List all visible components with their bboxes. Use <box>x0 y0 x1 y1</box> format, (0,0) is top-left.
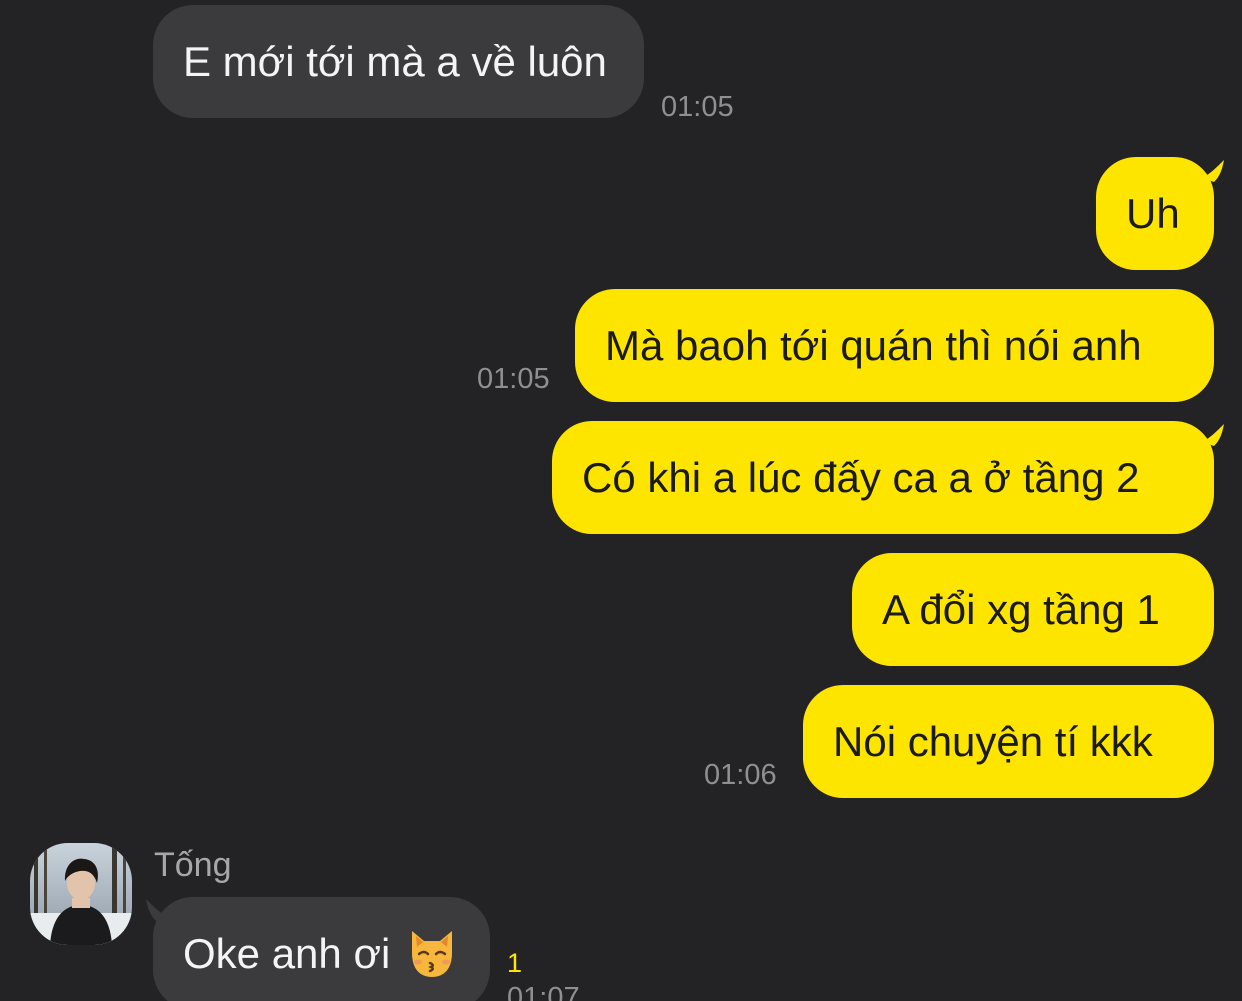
outgoing-message-bubble[interactable]: Uh <box>1096 157 1214 270</box>
incoming-message-bubble[interactable]: E mới tới mà a về luôn <box>153 5 644 118</box>
message-timestamp: 01:05 <box>477 363 550 395</box>
incoming-message-bubble[interactable]: Oke anh ơi <box>153 897 490 1001</box>
message-timestamp: 01:07 <box>507 982 580 1001</box>
unread-count: 1 <box>507 948 523 978</box>
kissing-cat-emoji <box>412 930 453 977</box>
message-text: Mà baoh tới quán thì nói anh <box>605 322 1142 369</box>
bubble-tail <box>1202 424 1224 446</box>
avatar-photo <box>30 843 132 945</box>
outgoing-message-bubble[interactable]: A đổi xg tầng 1 <box>852 553 1214 666</box>
chat-conversation[interactable]: E mới tới mà a về luôn 01:05 Uh 01:05 Mà… <box>0 0 1242 1001</box>
outgoing-message-bubble[interactable]: Nói chuyện tí kkk <box>803 685 1214 798</box>
sender-avatar[interactable] <box>30 843 132 945</box>
outgoing-message-bubble[interactable]: Mà baoh tới quán thì nói anh <box>575 289 1214 402</box>
message-text: Có khi a lúc đấy ca a ở tầng 2 <box>582 454 1140 501</box>
message-text: Nói chuyện tí kkk <box>833 718 1153 765</box>
message-timestamp: 01:06 <box>704 759 777 791</box>
sender-name: Tống <box>154 846 232 884</box>
message-text: Uh <box>1126 190 1180 237</box>
outgoing-message-bubble[interactable]: Có khi a lúc đấy ca a ở tầng 2 <box>552 421 1214 534</box>
message-timestamp: 01:05 <box>661 91 734 123</box>
message-text: E mới tới mà a về luôn <box>183 38 607 85</box>
message-text: Oke anh ơi <box>183 930 391 977</box>
message-text: A đổi xg tầng 1 <box>882 586 1160 633</box>
bubble-tail <box>1202 160 1224 182</box>
